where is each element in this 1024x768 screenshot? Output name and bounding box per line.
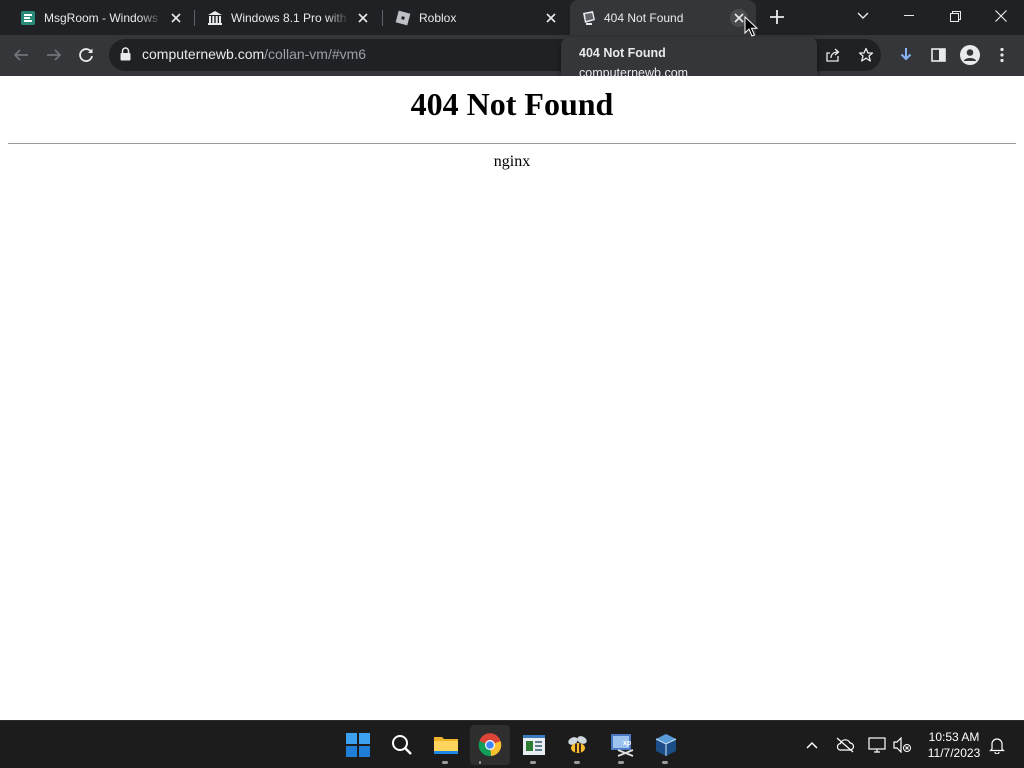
minimize-button[interactable] (886, 0, 932, 32)
reload-icon (79, 48, 93, 62)
mouse-cursor-icon (744, 16, 758, 37)
search-icon (392, 735, 412, 755)
minimize-icon (904, 15, 914, 16)
side-panel-button[interactable] (922, 39, 954, 71)
tab-404-not-found[interactable]: 404 Not Found (570, 0, 756, 35)
onedrive-status[interactable] (833, 733, 857, 757)
running-indicator (574, 761, 580, 764)
tab-title: MsgRoom - Windows 96 (44, 10, 163, 25)
reload-button[interactable] (70, 39, 102, 71)
archive-building-icon (207, 10, 223, 26)
tab-roblox[interactable]: Roblox (383, 0, 569, 35)
bookmark-button[interactable] (850, 39, 882, 71)
cloud-offline-icon (836, 737, 855, 753)
show-hidden-icons-button[interactable] (800, 733, 824, 757)
close-icon (995, 10, 1007, 22)
side-panel-icon (930, 48, 946, 62)
notepad-icon (523, 735, 545, 755)
url-host: computernewb.com (142, 46, 265, 62)
bee-app-icon (568, 736, 587, 753)
arrow-right-icon (47, 49, 62, 61)
url-path: /collan-vm/#vm6 (264, 46, 367, 62)
file-explorer-icon (434, 737, 458, 754)
volume-status[interactable] (890, 733, 914, 757)
notifications-button[interactable] (985, 733, 1009, 757)
tab-windows-81[interactable]: Windows 8.1 Pro with Media Center (195, 0, 381, 35)
search-button[interactable] (382, 725, 422, 765)
running-indicator (479, 761, 481, 764)
tab-title: 404 Not Found (604, 10, 684, 25)
taskbar: xp 10:53 AM 11/7/2023 (0, 720, 1024, 768)
new-tab-button[interactable] (766, 6, 788, 28)
close-window-button[interactable] (978, 0, 1024, 32)
back-button[interactable] (5, 39, 37, 71)
tab-title: Windows 8.1 Pro with Media Center (231, 10, 350, 25)
restore-icon (949, 10, 961, 22)
start-button[interactable] (338, 725, 378, 765)
svg-text:xp: xp (623, 740, 631, 747)
profile-button[interactable] (954, 39, 986, 71)
volume-muted-icon (893, 737, 911, 753)
plus-icon (770, 10, 784, 24)
taskbar-bee-app[interactable] (558, 725, 598, 765)
virtualbox-icon (655, 734, 677, 756)
roblox-icon (395, 10, 411, 26)
network-icon (868, 737, 886, 753)
taskbar-windows-xp[interactable]: xp (602, 725, 642, 765)
tab-msgroom[interactable]: MsgRoom - Windows 96 (0, 0, 194, 35)
windows-xp-icon: xp (611, 734, 634, 757)
close-tab-icon[interactable] (167, 9, 185, 27)
taskbar-chrome[interactable] (470, 725, 510, 765)
chevron-up-icon (806, 741, 818, 749)
forward-button[interactable] (38, 39, 70, 71)
hover-card-title: 404 Not Found (579, 46, 666, 60)
clock-date: 11/7/2023 (927, 746, 981, 760)
tab-title: Roblox (419, 10, 457, 25)
restore-button[interactable] (932, 0, 978, 32)
share-icon (826, 48, 840, 62)
download-arrow-icon (900, 48, 912, 61)
close-tab-icon[interactable] (542, 9, 560, 27)
taskbar-virtualbox[interactable] (646, 725, 686, 765)
downloads-button[interactable] (890, 39, 922, 71)
close-tab-icon[interactable] (354, 9, 372, 27)
running-indicator (662, 761, 668, 764)
running-indicator (530, 761, 536, 764)
taskbar-clock[interactable]: 10:53 AM 11/7/2023 (918, 729, 990, 761)
msgroom-icon (20, 10, 36, 26)
computernewb-icon (580, 10, 596, 26)
running-indicator (618, 761, 624, 764)
taskbar-file-explorer[interactable] (426, 725, 466, 765)
kebab-menu-icon (1000, 47, 1004, 63)
chevron-down-icon (857, 12, 869, 19)
menu-button[interactable] (986, 39, 1018, 71)
taskbar-notepad[interactable] (514, 725, 554, 765)
network-status[interactable] (865, 733, 889, 757)
tab-strip: MsgRoom - Windows 96 Windows 8.1 Pro wit… (0, 0, 1024, 35)
star-icon (858, 47, 874, 62)
page-heading: 404 Not Found (410, 86, 614, 122)
web-page: 404 Not Found nginx (0, 76, 1024, 720)
running-indicator (442, 761, 448, 764)
tab-search-button[interactable] (840, 0, 886, 32)
clock-time: 10:53 AM (928, 730, 980, 744)
bell-icon (989, 738, 1005, 754)
arrow-left-icon (13, 49, 28, 61)
chrome-icon (478, 733, 502, 757)
profile-avatar-icon (960, 45, 980, 65)
server-signature: nginx (493, 153, 531, 170)
share-button[interactable] (817, 39, 849, 71)
start-icon (346, 733, 370, 757)
divider (8, 143, 1016, 144)
browser-toolbar: computernewb.com/collan-vm/#vm6 (0, 35, 1024, 76)
lock-icon[interactable] (120, 47, 131, 66)
url-text: computernewb.com/collan-vm/#vm6 (142, 46, 366, 62)
